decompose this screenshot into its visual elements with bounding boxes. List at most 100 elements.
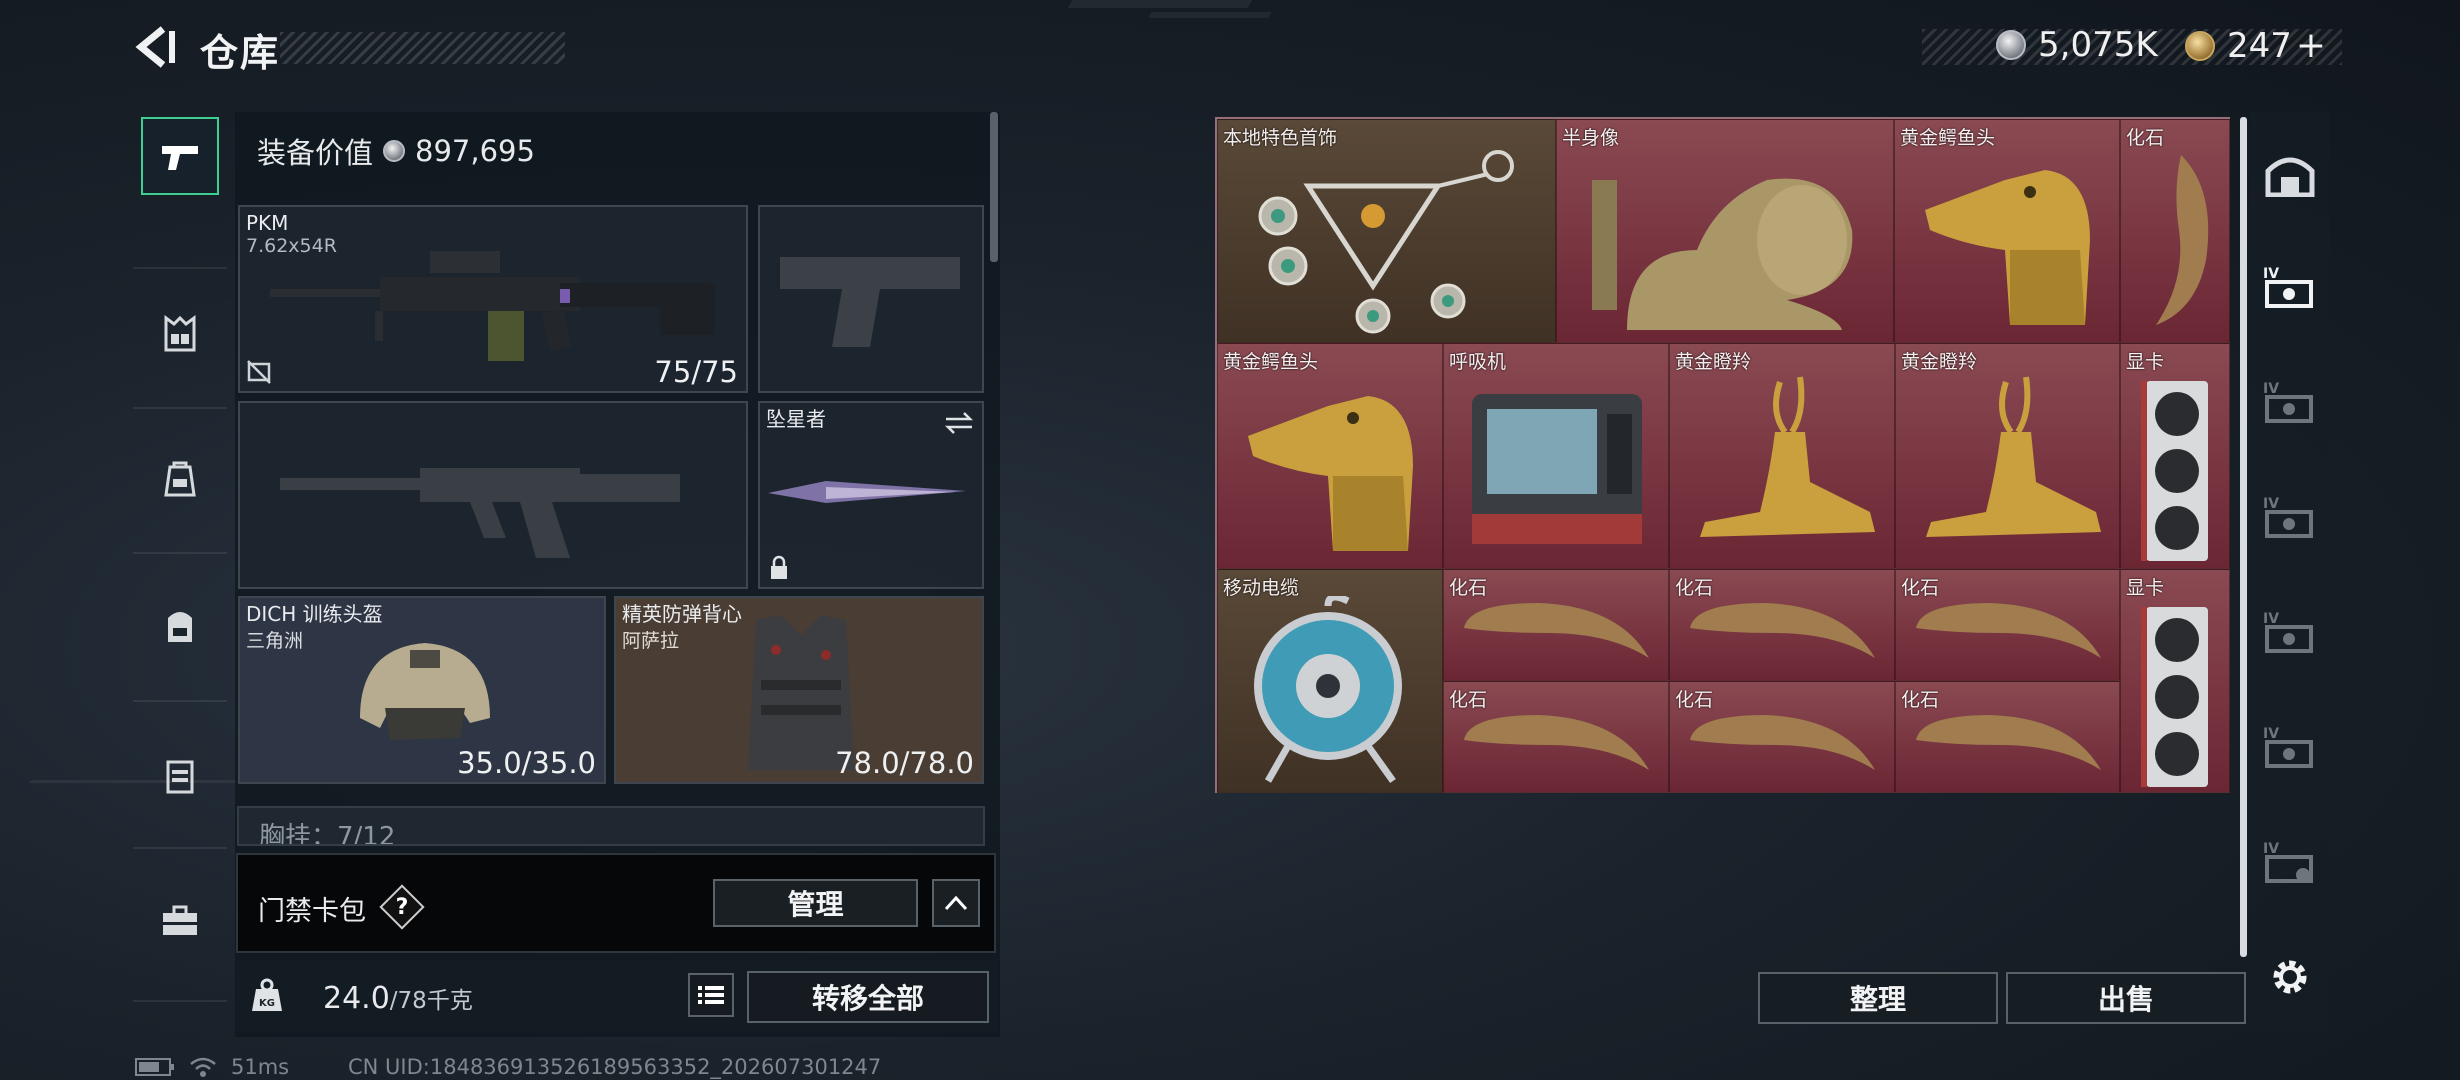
stash-item-fossil[interactable]: 化石 — [1669, 569, 1895, 681]
add-gold-button[interactable]: + — [2296, 25, 2326, 66]
armor-durability: 78.0/78.0 — [835, 746, 974, 780]
user-uid: CN UID:1848369135261895633​52_2026073012… — [348, 1055, 882, 1079]
stash-item-fossil[interactable]: 化石 — [1669, 681, 1895, 793]
bust-icon — [1592, 178, 1853, 330]
armor-brand: 阿萨拉 — [622, 630, 680, 652]
stash-item-golden-croc-head[interactable]: 黄金鳄鱼头 — [1894, 119, 2120, 343]
weight-readout: 24.0/78千克 — [323, 981, 473, 1016]
croc-head-icon — [1248, 396, 1413, 551]
stash-item-golden-gazelle[interactable]: 黄金瞪羚 — [1669, 343, 1895, 569]
stash-item-golden-croc-head[interactable]: 黄金鳄鱼头 — [1217, 343, 1443, 569]
melee-slot[interactable]: 坠星者 — [758, 401, 984, 589]
card-bag-help-button[interactable]: ? — [379, 884, 425, 930]
swap-icon[interactable] — [944, 411, 974, 435]
warehouse-icon — [2265, 157, 2315, 197]
stash-tab-page-2[interactable]: IV — [2250, 362, 2330, 442]
svg-text:KG: KG — [259, 998, 275, 1009]
stash-item-gpu[interactable]: 显卡 — [2120, 569, 2230, 793]
title-decoration — [280, 32, 565, 64]
rail-tab-weapons[interactable] — [141, 117, 219, 195]
wifi-icon — [190, 1057, 216, 1077]
primary-weapon-slot[interactable]: PKM 7.62x54R 75/75 — [238, 205, 748, 393]
rail-tab-safebox[interactable] — [141, 737, 219, 815]
stash-item-fossil[interactable]: 化石 — [1895, 569, 2120, 681]
rail-tab-card-bag[interactable] — [141, 882, 219, 960]
stash-item-fossil[interactable]: 化石 — [2120, 119, 2230, 343]
secondary-weapon-slot[interactable] — [238, 401, 748, 589]
battery-icon — [135, 1058, 174, 1076]
back-button[interactable] — [133, 25, 177, 69]
star-knife-icon — [768, 481, 966, 503]
armor-slot[interactable]: 精英防弹背心 阿萨拉 78.0/78.0 — [614, 596, 984, 784]
claw-fossil-icon — [1690, 715, 1875, 770]
stash-scrollbar[interactable] — [2240, 117, 2247, 957]
gazelle-icon — [1926, 376, 2101, 537]
list-view-button[interactable] — [688, 973, 734, 1017]
transfer-all-button[interactable]: 转移全部 — [747, 971, 989, 1023]
stash-tab-page-5[interactable]: IV — [2250, 707, 2330, 787]
pkm-machine-gun-icon — [270, 251, 715, 361]
stash-item-fossil[interactable]: 化石 — [1443, 569, 1669, 681]
stash-item-jewelry[interactable]: 本地特色首饰 — [1217, 119, 1556, 343]
rifle-placeholder-icon — [280, 468, 680, 558]
weapon-name: PKM — [246, 211, 289, 235]
stash-item-fossil[interactable]: 化石 — [1895, 681, 2120, 793]
rail-tab-backpack[interactable] — [141, 587, 219, 665]
sell-button[interactable]: 出售 — [2006, 972, 2246, 1024]
chest-rig-icon — [164, 315, 196, 352]
storage-box-icon: IV — [2263, 611, 2313, 653]
status-bar: 51ms — [135, 1055, 289, 1079]
jewelry-icon — [1258, 150, 1514, 334]
loadout-scrollbar[interactable] — [990, 112, 998, 262]
rail-tab-helmet[interactable] — [141, 440, 219, 518]
stash-item-golden-gazelle[interactable]: 黄金瞪羚 — [1895, 343, 2120, 569]
helmet-slot[interactable]: DICH 训练头盔 三角洲 35.0/35.0 — [238, 596, 606, 784]
claw-fossil-icon — [1464, 715, 1649, 770]
list-icon — [698, 986, 724, 1004]
sidearm-slot[interactable] — [758, 205, 984, 393]
cable-reel-icon — [1254, 596, 1402, 784]
stash-tab-page-3[interactable]: IV — [2250, 477, 2330, 557]
silver-balance: 5,075K — [1996, 25, 2158, 65]
stash-item-cable-reel[interactable]: 移动电缆 — [1217, 569, 1443, 793]
ventilator-icon — [1472, 394, 1642, 544]
stash-tab-page-6[interactable]: IV — [2250, 822, 2330, 902]
card-bag-label: 门禁卡包 — [258, 896, 366, 927]
stash-tab-home[interactable] — [2250, 134, 2330, 214]
stash-tab-page-4[interactable]: IV — [2250, 592, 2330, 672]
stash-tab-page-1[interactable]: IV — [2250, 247, 2330, 327]
svg-text:IV: IV — [2263, 381, 2279, 397]
storage-box-icon: IV — [2263, 496, 2313, 538]
armor-name: 精英防弹背心 — [622, 602, 742, 626]
sort-button[interactable]: 整理 — [1758, 972, 1998, 1024]
chest-rig-header[interactable]: 胸挂：7/12 — [237, 806, 985, 846]
stash-item-gpu[interactable]: 显卡 — [2120, 343, 2230, 569]
settings-button[interactable] — [2250, 937, 2330, 1017]
manage-button[interactable]: 管理 — [713, 879, 918, 927]
no-attachments-icon — [247, 360, 271, 384]
stash-item-ventilator[interactable]: 呼吸机 — [1443, 343, 1669, 569]
claw-fossil-icon — [2156, 155, 2209, 325]
claw-fossil-icon — [1690, 603, 1875, 658]
silver-coin-icon — [1996, 30, 2026, 60]
lock-icon — [771, 555, 787, 579]
storage-box-icon: IV — [2263, 726, 2313, 768]
stash-item-bust[interactable]: 半身像 — [1556, 119, 1894, 343]
claw-fossil-icon — [1464, 603, 1649, 658]
svg-text:IV: IV — [2263, 611, 2279, 627]
helmet-brand: 三角洲 — [246, 630, 304, 652]
weight-icon: KG — [252, 978, 282, 1011]
backpack-icon — [168, 612, 192, 642]
gpu-icon — [2141, 607, 2208, 787]
back-arrow-icon — [135, 26, 175, 68]
helmet-name: DICH 训练头盔 — [246, 602, 383, 626]
collapse-button[interactable] — [932, 879, 980, 927]
gold-coin-icon — [2185, 30, 2215, 61]
stash-grid: 本地特色首饰 半身像 黄金鳄鱼头 化石 黄金鳄鱼头 呼吸机 黄金瞪羚 黄金瞪羚 … — [1215, 117, 2230, 793]
briefcase-icon — [163, 905, 197, 935]
rail-tab-chest-rig[interactable] — [141, 295, 219, 373]
storage-box-icon: IV — [2263, 266, 2313, 308]
gold-balance[interactable]: 247 + — [2185, 25, 2326, 66]
storage-box-icon: IV — [2263, 841, 2313, 883]
stash-item-fossil[interactable]: 化石 — [1443, 681, 1669, 793]
